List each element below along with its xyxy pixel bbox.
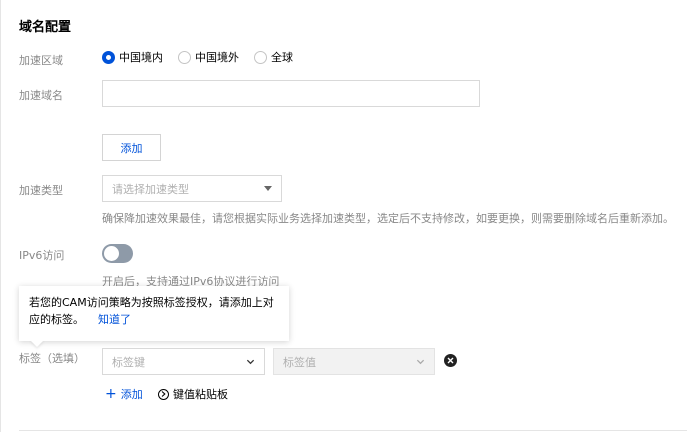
kv-clipboard-button[interactable]: 键值粘贴板	[158, 386, 228, 402]
radio-label: 中国境内	[119, 51, 163, 64]
caret-down-icon	[264, 186, 272, 191]
tag-value-placeholder: 标签值	[283, 355, 316, 369]
ipv6-toggle[interactable]	[102, 244, 133, 263]
accel-type-select[interactable]: 请选择加速类型	[102, 175, 282, 202]
add-tag-button[interactable]: + 添加	[105, 386, 143, 402]
close-icon	[447, 357, 454, 364]
bottom-divider	[19, 430, 687, 431]
left-border	[0, 0, 1, 432]
accel-domain-input[interactable]	[102, 80, 480, 107]
radio-label: 全球	[271, 51, 293, 64]
radio-checked-icon	[102, 50, 115, 64]
tooltip-line-2-row: 应的标签。 知道了	[29, 311, 279, 328]
accel-domain-label: 加速域名	[19, 89, 63, 102]
tooltip-line-2: 应的标签。	[29, 313, 84, 326]
radio-unchecked-icon	[178, 50, 191, 64]
cam-tag-tooltip: 若您的CAM访问策略为按照标签授权，请添加上对 应的标签。 知道了	[19, 286, 289, 341]
add-tag-label: 添加	[120, 388, 143, 401]
plus-icon: +	[105, 386, 117, 402]
tags-label: 标签（选填）	[19, 352, 85, 365]
accel-region-label: 加速区域	[19, 54, 63, 67]
accel-type-placeholder: 请选择加速类型	[112, 182, 189, 196]
chevron-right-circle-icon	[158, 388, 169, 400]
accel-type-hint: 确保降加速效果最佳，请您根据实际业务选择加速类型，选定后不支持修改，如要更换，则…	[102, 212, 674, 225]
tag-value-select[interactable]: 标签值	[273, 348, 435, 375]
remove-tag-button[interactable]	[444, 354, 457, 367]
radio-label: 中国境外	[195, 51, 239, 64]
chevron-down-icon	[416, 359, 425, 365]
radio-unchecked-icon	[254, 50, 267, 64]
radio-global[interactable]: 全球	[254, 49, 293, 65]
toggle-knob	[104, 246, 119, 261]
add-domain-button[interactable]: 添加	[102, 134, 161, 161]
tooltip-arrow	[30, 340, 44, 347]
kv-clipboard-label: 键值粘贴板	[173, 388, 228, 401]
radio-china-mainland[interactable]: 中国境内	[102, 49, 163, 65]
radio-outside-china[interactable]: 中国境外	[178, 49, 239, 65]
tooltip-line-1: 若您的CAM访问策略为按照标签授权，请添加上对	[29, 296, 274, 309]
chevron-down-icon	[246, 359, 255, 365]
tooltip-got-it-link[interactable]: 知道了	[98, 313, 131, 326]
accel-type-label: 加速类型	[19, 184, 63, 197]
accel-region-radio-group: 中国境内 中国境外 全球	[102, 49, 308, 65]
tag-key-placeholder: 标签键	[112, 355, 145, 369]
ipv6-label: IPv6访问	[19, 249, 65, 262]
section-title: 域名配置	[19, 20, 72, 35]
tag-key-select[interactable]: 标签键	[102, 348, 265, 375]
